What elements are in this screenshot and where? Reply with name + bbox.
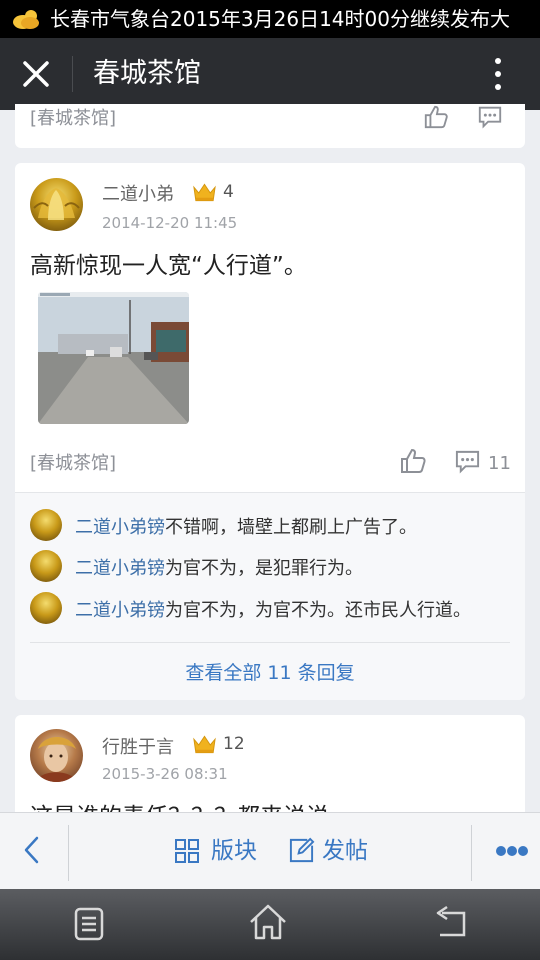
back-arrow-icon[interactable] bbox=[432, 905, 470, 941]
reply-text: 为官不为，为官不为。还市民人行道。 bbox=[165, 600, 471, 621]
author-name[interactable]: 行胜于言 bbox=[102, 733, 174, 759]
divider bbox=[30, 642, 510, 643]
reply-user[interactable]: 二道小弟镑 bbox=[75, 517, 165, 538]
avatar-image bbox=[33, 188, 80, 220]
board-button-label: 版块 bbox=[211, 838, 257, 864]
board-tag[interactable]: [春城茶馆] bbox=[30, 449, 116, 475]
app-bar-divider bbox=[72, 56, 73, 92]
weather-cloud-icon bbox=[13, 10, 39, 29]
board-tag[interactable]: [春城茶馆] bbox=[30, 104, 116, 130]
user-level: 12 bbox=[223, 734, 245, 754]
reply-user[interactable]: 二道小弟镑 bbox=[75, 600, 165, 621]
close-icon[interactable] bbox=[20, 58, 52, 90]
board-button[interactable]: 版块 bbox=[170, 813, 270, 890]
home-icon[interactable] bbox=[248, 903, 288, 941]
comment-icon[interactable] bbox=[477, 104, 503, 130]
reply-item[interactable]: 二道小弟镑为官不为，是犯罪行为。 bbox=[30, 550, 520, 582]
edit-icon bbox=[289, 837, 315, 863]
status-bar: 长春市气象台2015年3月26日14时00分继续发布大 bbox=[0, 0, 540, 38]
post-card[interactable]: 二道小弟 4 2014-12-20 11:45 高新惊现一人宽“人行道”。 [春… bbox=[15, 163, 525, 700]
menu-icon[interactable] bbox=[74, 907, 104, 941]
comment-icon[interactable] bbox=[454, 448, 481, 475]
reply-line: 二道小弟镑不错啊，墙壁上都刷上广告了。 bbox=[75, 513, 417, 539]
app-bar: 春城茶馆 bbox=[0, 38, 540, 110]
more-options-icon[interactable] bbox=[484, 56, 512, 92]
reply-line: 二道小弟镑为官不为，为官不为。还市民人行道。 bbox=[75, 596, 471, 622]
post-card[interactable]: 行胜于言 12 2015-3-26 08:31 这是谁的责任？？？都来说说 bbox=[15, 715, 525, 830]
crown-icon bbox=[193, 183, 216, 202]
avatar bbox=[30, 592, 62, 624]
bottom-toolbar: 版块 发帖 bbox=[0, 812, 540, 890]
grid-icon bbox=[175, 839, 199, 863]
author-name[interactable]: 二道小弟 bbox=[102, 180, 174, 206]
system-navigation-bar bbox=[0, 889, 540, 960]
back-icon[interactable] bbox=[22, 835, 42, 865]
like-icon[interactable] bbox=[423, 104, 449, 130]
reply-item[interactable]: 二道小弟镑为官不为，为官不为。还市民人行道。 bbox=[30, 592, 520, 624]
toolbar-divider bbox=[471, 825, 472, 881]
reply-user[interactable]: 二道小弟镑 bbox=[75, 558, 165, 579]
more-horizontal-icon[interactable] bbox=[496, 845, 528, 857]
avatar[interactable] bbox=[30, 178, 83, 231]
avatar bbox=[30, 509, 62, 541]
avatar[interactable] bbox=[30, 729, 83, 782]
reply-item[interactable]: 二道小弟镑不错啊，墙壁上都刷上广告了。 bbox=[30, 509, 520, 541]
page-title: 春城茶馆 bbox=[93, 58, 201, 89]
view-all-replies-link[interactable]: 查看全部 11 条回复 bbox=[15, 658, 525, 685]
user-level: 4 bbox=[223, 182, 234, 202]
like-icon[interactable] bbox=[399, 447, 427, 475]
replies-section: 二道小弟镑不错啊，墙壁上都刷上广告了。 二道小弟镑为官不为，是犯罪行为。 二道小… bbox=[15, 492, 525, 700]
status-notification-text: 长春市气象台2015年3月26日14时00分继续发布大 bbox=[50, 7, 510, 31]
reply-text: 为官不为，是犯罪行为。 bbox=[165, 558, 363, 579]
avatar bbox=[30, 550, 62, 582]
reply-line: 二道小弟镑为官不为，是犯罪行为。 bbox=[75, 554, 363, 580]
crown-icon bbox=[193, 735, 216, 754]
previous-post-card: [春城茶馆] bbox=[15, 104, 525, 148]
reply-text: 不错啊，墙壁上都刷上广告了。 bbox=[165, 517, 417, 538]
post-content[interactable]: 高新惊现一人宽“人行道”。 bbox=[30, 246, 307, 280]
new-post-button[interactable]: 发帖 bbox=[285, 813, 385, 890]
toolbar-divider bbox=[68, 825, 69, 881]
post-time: 2015-3-26 08:31 bbox=[102, 765, 228, 783]
new-post-button-label: 发帖 bbox=[322, 838, 368, 864]
post-photo-thumbnail[interactable] bbox=[38, 292, 189, 424]
post-time: 2014-12-20 11:45 bbox=[102, 214, 238, 232]
comment-count: 11 bbox=[488, 453, 511, 474]
avatar-image bbox=[36, 737, 77, 782]
